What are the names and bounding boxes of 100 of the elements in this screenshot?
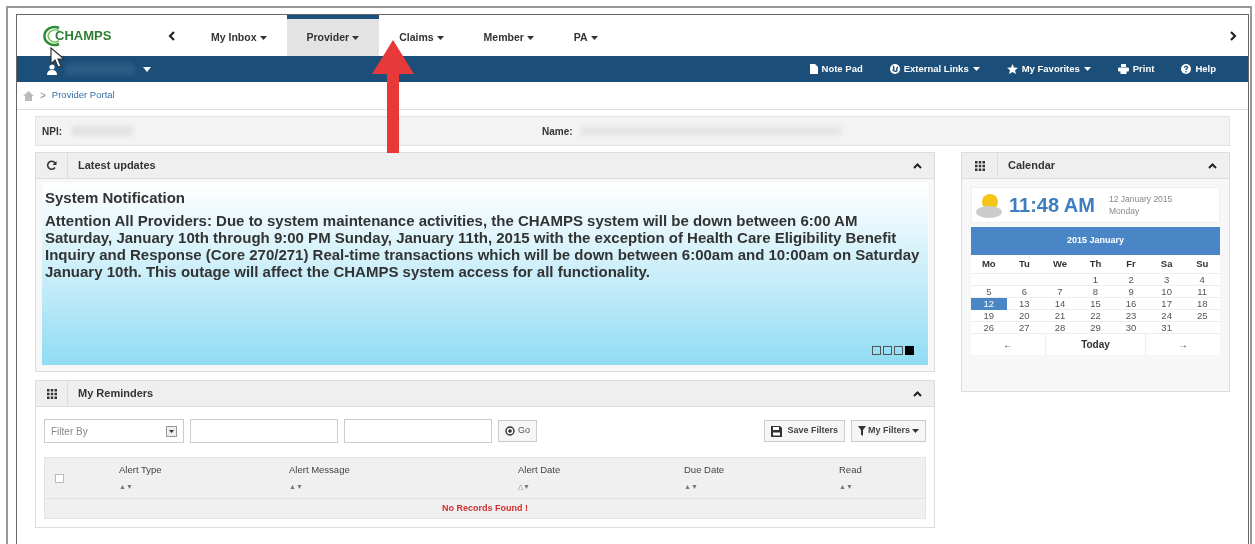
month-header: 2015 January (971, 227, 1220, 255)
calendar-day[interactable]: 26 (971, 322, 1007, 334)
refresh-icon[interactable] (46, 160, 57, 171)
panel-title: My Reminders (78, 386, 154, 402)
breadcrumb-separator: > (40, 89, 46, 103)
nav-tab[interactable]: PA (553, 15, 618, 56)
filter-input[interactable] (344, 419, 492, 443)
sun-cloud-icon (975, 191, 1005, 219)
nav-tab[interactable]: Provider (286, 15, 380, 56)
user-menu-button[interactable] (47, 63, 151, 75)
field-label: Name: (542, 124, 573, 139)
calendar-day[interactable]: 8 (1077, 286, 1114, 298)
caret-icon (436, 35, 444, 40)
collapse-icon[interactable] (913, 162, 922, 169)
star-icon (1006, 64, 1018, 74)
calendar-day[interactable]: 21 (1042, 310, 1078, 322)
calendar-day[interactable]: 12 (971, 298, 1007, 310)
column-header[interactable]: Alert Message (289, 463, 518, 478)
caret-icon (259, 35, 267, 40)
column-header[interactable]: Read (839, 463, 919, 478)
calendar-day[interactable]: 18 (1184, 298, 1220, 310)
column-header[interactable]: Alert Type (119, 463, 289, 478)
calendar-day[interactable]: 14 (1042, 298, 1078, 310)
calendar-day[interactable]: 17 (1148, 298, 1185, 310)
nav-tab[interactable]: Claims (379, 15, 464, 56)
calendar-day[interactable]: 15 (1077, 298, 1114, 310)
toolbar-button[interactable]: Note Pad (809, 61, 863, 77)
calendar-day[interactable]: 1 (1077, 274, 1114, 286)
chevron-right-icon (1229, 30, 1237, 41)
slide-indicator[interactable] (894, 346, 903, 355)
weekday-header: Tu (1017, 256, 1031, 271)
notification-heading: System Notification (45, 188, 187, 208)
next-month-button[interactable]: → (1146, 334, 1220, 355)
calendar-day[interactable]: 3 (1148, 274, 1185, 286)
caret-icon (912, 429, 919, 433)
calendar-day[interactable]: 29 (1077, 322, 1114, 334)
calendar-day[interactable]: 24 (1148, 310, 1185, 322)
weekday-text: Monday (1108, 205, 1141, 217)
grid-icon (46, 388, 57, 399)
caret-icon (143, 66, 151, 72)
user-icon (47, 63, 57, 75)
logo-text: CHAMPS (55, 26, 112, 45)
weekday-header: Th (1088, 256, 1103, 271)
my-filters-button[interactable]: My Filters (851, 420, 926, 442)
calendar-day[interactable]: 30 (1113, 322, 1149, 334)
column-header[interactable]: Alert Date (518, 463, 684, 478)
weekday-header: Sa (1159, 256, 1174, 271)
calendar-day[interactable]: 7 (1042, 286, 1078, 298)
column-header[interactable]: Due Date (684, 463, 839, 478)
calendar-day[interactable]: 31 (1148, 322, 1185, 334)
nav-tab[interactable]: Member (463, 15, 554, 56)
calendar-day[interactable]: 4 (1184, 274, 1220, 286)
nav-tab[interactable]: My Inbox (191, 15, 287, 56)
slide-indicator[interactable] (872, 346, 881, 355)
panel-title: Calendar (1008, 158, 1056, 174)
calendar-day[interactable]: 13 (1006, 298, 1043, 310)
chevron-left-icon (168, 30, 176, 41)
calendar-day[interactable]: 20 (1006, 310, 1043, 322)
print-icon (1117, 64, 1129, 74)
slide-indicator[interactable] (883, 346, 892, 355)
toolbar-button[interactable]: Print (1117, 61, 1155, 77)
weekday-header: Fr (1125, 256, 1137, 271)
filter-icon (858, 426, 866, 436)
caret-icon (590, 35, 598, 40)
calendar-day[interactable]: 28 (1042, 322, 1078, 334)
help-icon (1181, 64, 1192, 74)
caret-icon (526, 35, 534, 40)
calendar-day[interactable]: 22 (1077, 310, 1114, 322)
empty-message: No Records Found ! (45, 498, 925, 518)
calendar-day[interactable]: 10 (1148, 286, 1185, 298)
weekday-header: We (1051, 256, 1068, 271)
calendar-day[interactable]: 5 (971, 286, 1007, 298)
calendar-day[interactable]: 11 (1184, 286, 1220, 298)
date-text: 12 January 2015 (1108, 193, 1173, 205)
collapse-icon[interactable] (913, 390, 922, 397)
select-all-checkbox[interactable] (55, 473, 64, 483)
globe-icon (889, 64, 900, 74)
calendar-day[interactable]: 19 (971, 310, 1007, 322)
clock-time: 11:48 AM (1009, 193, 1095, 218)
breadcrumb-link[interactable]: Provider Portal (51, 88, 115, 103)
filter-dropdown[interactable]: Filter By (44, 419, 184, 443)
calendar-day[interactable]: 16 (1113, 298, 1149, 310)
save-filters-button[interactable]: Save Filters (764, 420, 845, 442)
calendar-day[interactable]: 6 (1006, 286, 1043, 298)
toolbar-button[interactable]: My Favorites (1006, 61, 1091, 77)
previous-month-button[interactable]: ← (971, 334, 1045, 355)
toolbar-button[interactable]: External Links (889, 61, 980, 77)
toolbar-button[interactable]: Help (1181, 61, 1216, 77)
calendar-day[interactable]: 23 (1113, 310, 1149, 322)
filter-input[interactable] (190, 419, 338, 443)
save-icon (771, 425, 783, 437)
calendar-day[interactable]: 2 (1113, 274, 1149, 286)
calendar-day[interactable]: 25 (1184, 310, 1220, 322)
calendar-day[interactable]: 27 (1006, 322, 1043, 334)
calendar-day[interactable]: 9 (1113, 286, 1149, 298)
weekday-header: Su (1195, 256, 1210, 271)
today-button[interactable]: Today (1045, 334, 1146, 355)
collapse-icon[interactable] (1208, 162, 1217, 169)
go-button[interactable]: Go (498, 420, 537, 442)
grid-icon (974, 160, 985, 171)
